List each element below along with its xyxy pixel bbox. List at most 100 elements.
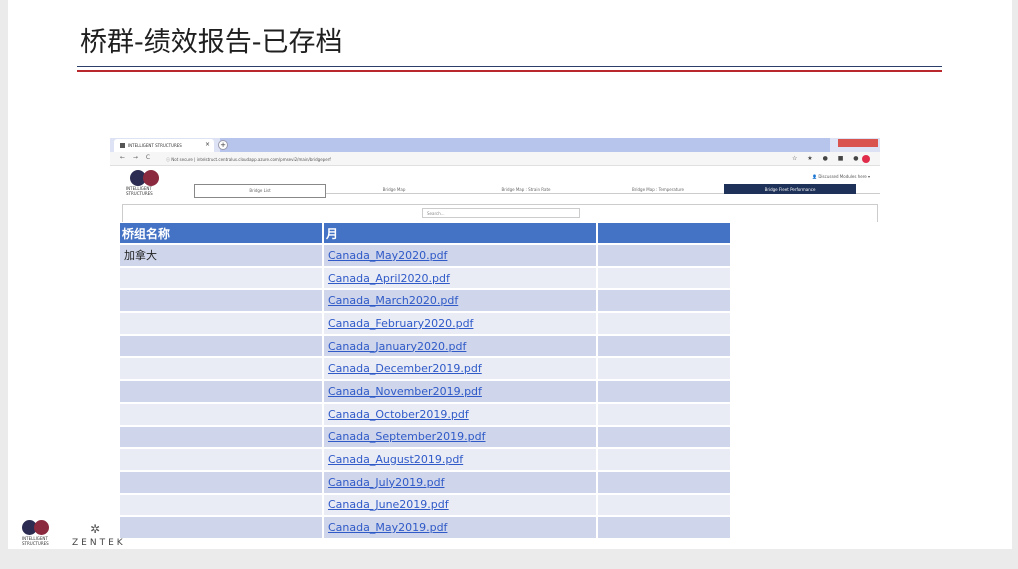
report-pdf-link[interactable]: Canada_February2020.pdf — [328, 317, 473, 330]
report-pdf-link[interactable]: Canada_January2020.pdf — [328, 340, 466, 353]
cell-group-name — [120, 290, 322, 312]
site-logo-text: INTELLIGENT STRUCTURES — [126, 186, 153, 196]
table-row: Canada_June2019.pdf — [120, 494, 730, 516]
cell-month: Canada_July2019.pdf — [324, 471, 596, 493]
cell-group-name: 加拿大 — [120, 245, 322, 266]
report-pdf-link[interactable]: Canada_July2019.pdf — [328, 476, 444, 489]
site-logo[interactable]: INTELLIGENT STRUCTURES — [126, 170, 170, 196]
cell-month: Canada_March2020.pdf — [324, 290, 596, 312]
window-controls[interactable] — [838, 139, 878, 147]
web-page: INTELLIGENT STRUCTURES 👤 Discussed Modul… — [110, 166, 880, 222]
cell-blank — [598, 335, 730, 357]
cell-blank — [598, 426, 730, 448]
cell-blank — [598, 471, 730, 493]
nav-buttons[interactable]: ← → C — [120, 154, 153, 161]
table-row: Canada_March2020.pdf — [120, 290, 730, 312]
extension-icons[interactable]: ☆ ★ ● ■ ● — [792, 155, 863, 162]
report-pdf-link[interactable]: Canada_November2019.pdf — [328, 385, 482, 398]
cell-blank — [598, 313, 730, 334]
table-row: Canada_November2019.pdf — [120, 381, 730, 402]
cell-group-name — [120, 335, 322, 357]
slide: 桥群-绩效报告-已存档 INTELLIGENT STRUCTURES × + ←… — [8, 0, 1012, 549]
cell-group-name — [120, 381, 322, 402]
tab-title: INTELLIGENT STRUCTURES — [128, 143, 182, 148]
report-pdf-link[interactable]: Canada_June2019.pdf — [328, 498, 449, 511]
footer-logo-text: INTELLIGENT STRUCTURES — [22, 536, 49, 546]
cell-month: Canada_January2020.pdf — [324, 335, 596, 357]
table-row: 加拿大 Canada_May2020.pdf — [120, 245, 730, 266]
cell-blank — [598, 494, 730, 516]
cell-group-name — [120, 358, 322, 380]
browser-tabbar: INTELLIGENT STRUCTURES × + — [110, 138, 880, 152]
cell-month: Canada_February2020.pdf — [324, 313, 596, 334]
nav-tab-bridge-map-temp[interactable]: Bridge Map : Temperature — [592, 184, 724, 194]
cell-blank — [598, 381, 730, 402]
cell-group-name — [120, 449, 322, 470]
table-row: Canada_May2019.pdf — [120, 517, 730, 538]
cell-month: Canada_May2020.pdf — [324, 245, 596, 266]
table-row: Canada_January2020.pdf — [120, 335, 730, 357]
report-table: 桥组名称 月 加拿大 Canada_May2020.pdf Canada_April… — [118, 221, 732, 540]
cell-month: Canada_June2019.pdf — [324, 494, 596, 516]
cell-blank — [598, 403, 730, 425]
report-pdf-link[interactable]: Canada_April2020.pdf — [328, 272, 450, 285]
table-body: 加拿大 Canada_May2020.pdf Canada_April2020.pd… — [120, 245, 730, 538]
table-row: Canada_September2019.pdf — [120, 426, 730, 448]
nav-tab-bridge-map[interactable]: Bridge Map — [328, 184, 460, 194]
header-blank — [598, 223, 730, 243]
table-header-row: 桥组名称 月 — [120, 223, 730, 243]
user-menu[interactable]: 👤 Discussed Modules here ▾ — [812, 174, 870, 179]
slide-title: 桥群-绩效报告-已存档 — [80, 27, 343, 58]
cell-month: Canada_September2019.pdf — [324, 426, 596, 448]
title-rule-navy — [77, 66, 942, 67]
cell-month: Canada_November2019.pdf — [324, 381, 596, 402]
cell-group-name — [120, 494, 322, 516]
cell-group-name — [120, 517, 322, 538]
table-row: Canada_October2019.pdf — [120, 403, 730, 425]
report-pdf-link[interactable]: Canada_March2020.pdf — [328, 294, 458, 307]
footer-logo-intelligent-structures: INTELLIGENT STRUCTURES — [22, 520, 62, 546]
cell-group-name — [120, 471, 322, 493]
tab-favicon-icon — [120, 143, 125, 148]
cell-group-name — [120, 267, 322, 289]
profile-icon[interactable] — [862, 155, 870, 163]
site-nav-tabs: Bridge List Bridge Map Bridge Map : Stra… — [194, 184, 880, 198]
cell-blank — [598, 449, 730, 470]
address-bar: ← → C ⓘ Not secure | intelstruct.central… — [110, 152, 880, 166]
search-input[interactable]: Search... — [422, 208, 580, 218]
table-row: Canada_December2019.pdf — [120, 358, 730, 380]
report-pdf-link[interactable]: Canada_December2019.pdf — [328, 362, 482, 375]
title-rule-red — [77, 70, 942, 72]
cell-blank — [598, 245, 730, 266]
report-pdf-link[interactable]: Canada_May2020.pdf — [328, 249, 447, 262]
report-pdf-link[interactable]: Canada_May2019.pdf — [328, 521, 447, 534]
cell-group-name — [120, 403, 322, 425]
nav-tab-bridge-list[interactable]: Bridge List — [194, 184, 326, 198]
report-pdf-link[interactable]: Canada_September2019.pdf — [328, 430, 486, 443]
report-pdf-link[interactable]: Canada_August2019.pdf — [328, 453, 463, 466]
cell-month: Canada_October2019.pdf — [324, 403, 596, 425]
browser-screenshot: INTELLIGENT STRUCTURES × + ← → C ⓘ Not s… — [110, 138, 880, 222]
cell-blank — [598, 290, 730, 312]
new-tab-icon[interactable]: + — [218, 140, 228, 150]
cell-blank — [598, 358, 730, 380]
cell-month: Canada_August2019.pdf — [324, 449, 596, 470]
cell-month: Canada_December2019.pdf — [324, 358, 596, 380]
header-group-name[interactable]: 桥组名称 — [120, 223, 322, 243]
tab-close-icon[interactable]: × — [205, 141, 210, 148]
cell-month: Canada_May2019.pdf — [324, 517, 596, 538]
browser-tab[interactable]: INTELLIGENT STRUCTURES × — [114, 139, 214, 152]
url-field[interactable]: ⓘ Not secure | intelstruct.centralus.clo… — [166, 155, 786, 164]
nav-tab-fleet-performance[interactable]: Bridge Fleet Performance — [724, 184, 856, 194]
header-month[interactable]: 月 — [324, 223, 596, 243]
zentek-wordmark: ZENTEK — [72, 538, 126, 548]
table-row: Canada_August2019.pdf — [120, 449, 730, 470]
cell-month: Canada_April2020.pdf — [324, 267, 596, 289]
table-row: Canada_February2020.pdf — [120, 313, 730, 334]
cell-group-name — [120, 426, 322, 448]
report-pdf-link[interactable]: Canada_October2019.pdf — [328, 408, 469, 421]
table-row: Canada_July2019.pdf — [120, 471, 730, 493]
nav-tab-bridge-map-strain[interactable]: Bridge Map : Strain Rate — [460, 184, 592, 194]
cell-group-name — [120, 313, 322, 334]
zentek-mark-icon: ✲ — [90, 522, 101, 536]
